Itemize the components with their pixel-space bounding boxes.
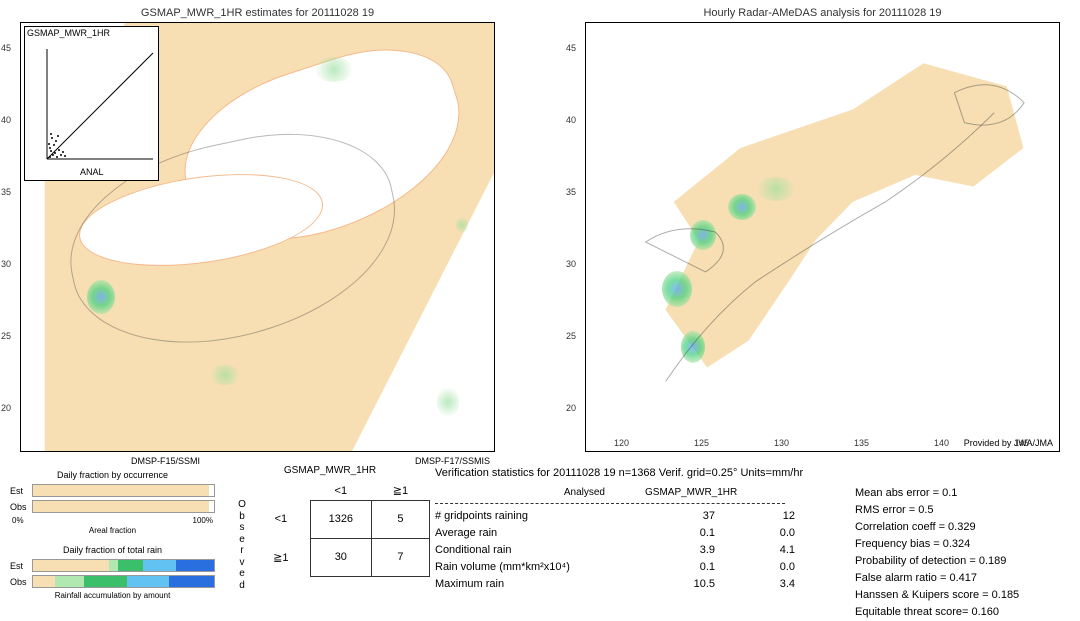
- rain-segment: [127, 576, 169, 587]
- lat-tick: 45: [566, 43, 576, 53]
- cont-col2: ≧1: [371, 482, 429, 500]
- lat-tick: 25: [1, 331, 11, 341]
- cont-grid: <1 ≧1 <1 1326 5 ≧1 30 7: [252, 482, 430, 577]
- map-title-left: GSMAP_MWR_1HR estimates for 20111028 19: [21, 7, 494, 19]
- stats-score: Correlation coeff = 0.329: [855, 519, 1070, 536]
- lon-tick: 135: [854, 438, 869, 448]
- lat-tick: 40: [1, 115, 11, 125]
- cont-row2: ≧1: [252, 538, 310, 576]
- cont-r1c2: 5: [371, 500, 429, 538]
- map-gsmap-estimates: GSMAP_MWR_1HR estimates for 20111028 19 …: [20, 22, 495, 452]
- lat-tick: 35: [1, 187, 11, 197]
- lat-tick: 20: [566, 403, 576, 413]
- daily-fraction-occurrence: Daily fraction by occurrence Est Obs 0% …: [10, 470, 215, 535]
- rain-obs-bar: [32, 575, 215, 588]
- stats-score: RMS error = 0.5: [855, 502, 1070, 519]
- lat-tick: 45: [1, 43, 11, 53]
- occ-obs-label: Obs: [10, 502, 32, 512]
- stats-col-a: Analysed: [435, 485, 635, 501]
- occ-title: Daily fraction by occurrence: [10, 470, 215, 480]
- rain-segment: [33, 576, 55, 587]
- lon-tick: 125: [694, 438, 709, 448]
- rain-segment: [169, 576, 214, 587]
- cont-title: GSMAP_MWR_1HR: [230, 465, 430, 476]
- lat-tick: 40: [566, 115, 576, 125]
- rain-segment: [109, 560, 118, 571]
- lat-tick: 30: [1, 259, 11, 269]
- stats-score: Equitable threat score= 0.160: [855, 604, 1070, 621]
- lon-tick: 120: [614, 438, 629, 448]
- stats-scores: Mean abs error = 0.1RMS error = 0.5Corre…: [855, 485, 1070, 621]
- stats-row: Rain volume (mm*km²x10⁴)0.10.0: [435, 559, 855, 576]
- occ-est-label: Est: [10, 486, 32, 496]
- bottom-panel: Daily fraction by occurrence Est Obs 0% …: [10, 465, 1070, 610]
- stats-row: Conditional rain3.94.1: [435, 542, 855, 559]
- lat-tick: 30: [566, 259, 576, 269]
- contingency-table: GSMAP_MWR_1HR Observed <1 ≧1 <1 1326 5 ≧…: [230, 465, 430, 577]
- stats-score: Frequency bias = 0.324: [855, 536, 1070, 553]
- lat-tick: 20: [1, 403, 11, 413]
- cont-row1: <1: [252, 500, 310, 538]
- lon-tick: 145: [1014, 438, 1029, 448]
- stats-score: False alarm ratio = 0.417: [855, 570, 1070, 587]
- stats-row: # gridpoints raining3712: [435, 508, 855, 525]
- occ-est-bar: [32, 484, 215, 497]
- rain-segment: [84, 576, 127, 587]
- stats-comparison-table: Analysed GSMAP_MWR_1HR # gridpoints rain…: [435, 485, 855, 621]
- occ-obs-bar: [32, 500, 215, 513]
- rain-xlabel: Rainfall accumulation by amount: [10, 591, 215, 600]
- lon-tick: 130: [774, 438, 789, 448]
- rain-segment: [118, 560, 143, 571]
- rain-segment: [33, 560, 109, 571]
- stats-score: Hanssen & Kuipers score = 0.185: [855, 587, 1070, 604]
- map-title-right: Hourly Radar-AMeDAS analysis for 2011102…: [586, 7, 1059, 19]
- rain-segment: [55, 576, 84, 587]
- rain-title: Daily fraction of total rain: [10, 545, 215, 555]
- lon-tick: 140: [934, 438, 949, 448]
- stats-rule: [435, 503, 785, 504]
- cont-r2c2: 7: [371, 538, 429, 576]
- stats-header: Verification statistics for 20111028 19 …: [435, 465, 1070, 482]
- lat-tick: 25: [566, 331, 576, 341]
- rain-segment: [176, 560, 214, 571]
- map-canvas-right: [586, 23, 1059, 451]
- stats-row: Average rain0.10.0: [435, 525, 855, 542]
- stats-score: Mean abs error = 0.1: [855, 485, 1070, 502]
- occ-x1: 100%: [193, 516, 213, 525]
- cont-r2c1: 30: [310, 538, 371, 576]
- occ-x0: 0%: [12, 516, 24, 525]
- rain-segment: [143, 560, 176, 571]
- daily-fraction-total-rain: Daily fraction of total rain Est Obs Rai…: [10, 545, 215, 600]
- cont-observed-label: Observed: [236, 499, 248, 591]
- occ-xlabel: Areal fraction: [10, 526, 215, 535]
- lat-tick: 35: [566, 187, 576, 197]
- verification-statistics: Verification statistics for 20111028 19 …: [435, 465, 1070, 621]
- inset-scatter: GSMAP_MWR_1HR ANAL: [24, 26, 159, 181]
- cont-col1: <1: [310, 482, 371, 500]
- stats-row: Maximum rain10.53.4: [435, 576, 855, 593]
- rain-est-label: Est: [10, 561, 32, 571]
- rain-obs-label: Obs: [10, 577, 32, 587]
- map-radar-amedas: Hourly Radar-AMeDAS analysis for 2011102…: [585, 22, 1060, 452]
- cont-r1c1: 1326: [310, 500, 371, 538]
- stats-score: Probability of detection = 0.189: [855, 553, 1070, 570]
- rain-est-bar: [32, 559, 215, 572]
- stats-col-b: GSMAP_MWR_1HR: [635, 485, 795, 501]
- inset-title: GSMAP_MWR_1HR: [25, 27, 158, 39]
- inset-subtitle: ANAL: [80, 167, 104, 177]
- provider-label: Provided by JWA/JMA: [964, 438, 1053, 448]
